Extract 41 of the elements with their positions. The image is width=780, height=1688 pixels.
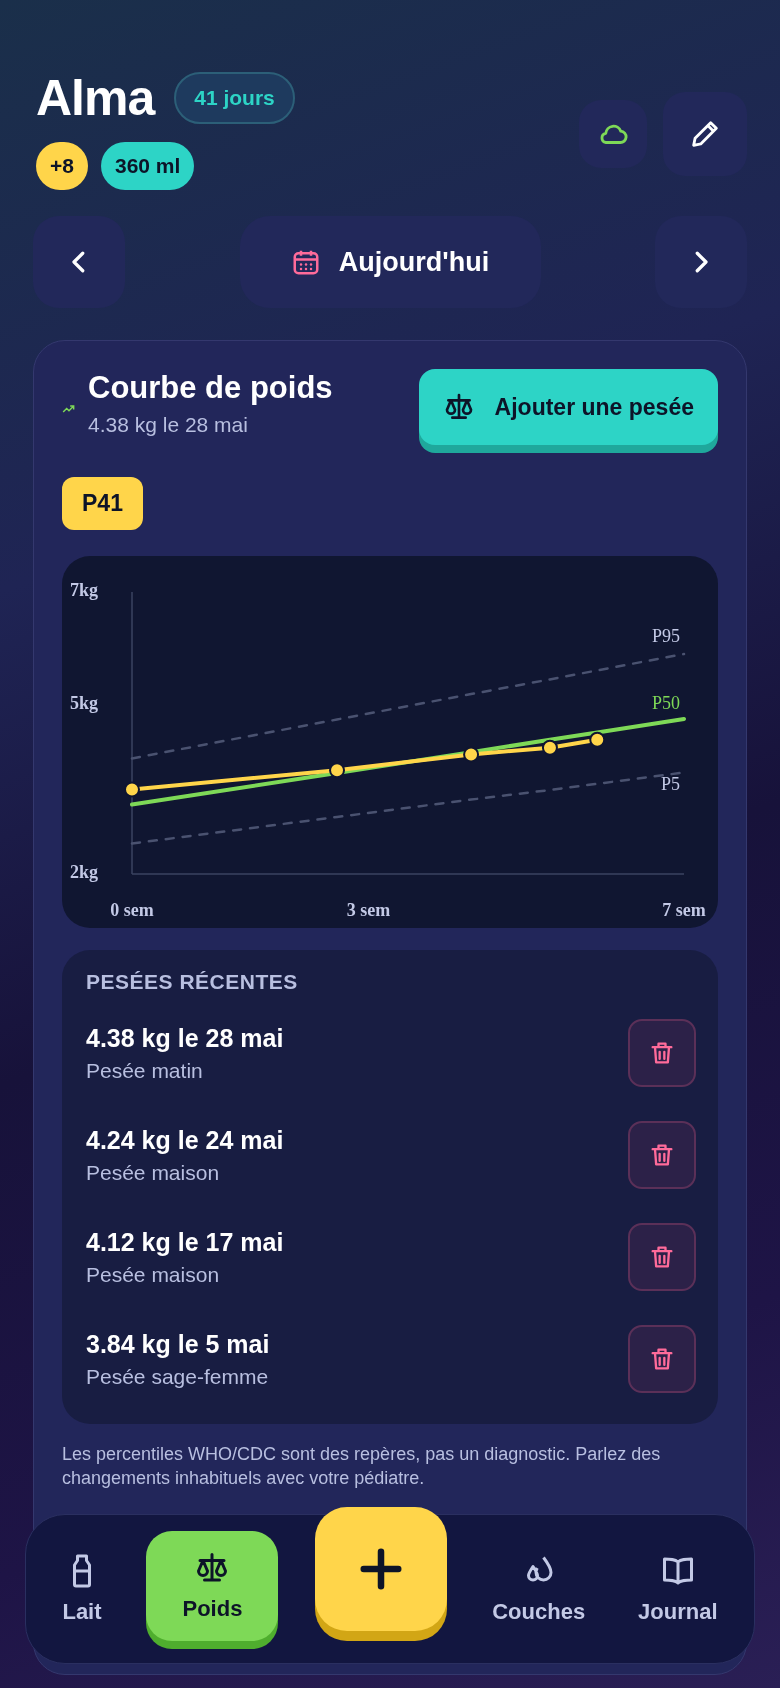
stat-chip: +8 bbox=[36, 142, 88, 190]
y-tick-label: 5kg bbox=[70, 692, 98, 713]
percentile-badge: P41 bbox=[62, 477, 143, 530]
point bbox=[541, 739, 558, 756]
weighing-value: 4.24 kg le 24 mai bbox=[86, 1125, 284, 1155]
x-tick-label: 3 sem bbox=[346, 900, 391, 920]
section-heading: PESÉES RÉCENTES bbox=[86, 970, 299, 994]
point bbox=[124, 781, 140, 798]
weighing-note: Pesée sage-femme bbox=[86, 1364, 270, 1389]
series-label: P95 bbox=[652, 626, 680, 647]
sync-button[interactable] bbox=[579, 100, 647, 168]
nav-tab[interactable]: Journal bbox=[630, 1541, 726, 1637]
baby-name: Alma bbox=[36, 70, 155, 126]
series-label: P50 bbox=[652, 692, 680, 713]
nav-tab[interactable]: Couches bbox=[484, 1541, 594, 1637]
stat-chip: 360 ml bbox=[100, 142, 195, 190]
point bbox=[329, 762, 346, 779]
delete-button[interactable] bbox=[628, 1223, 696, 1291]
point bbox=[463, 746, 480, 763]
card-subtitle: 4.38 kg le 28 mai bbox=[88, 413, 249, 437]
weighing-note: Pesée matin bbox=[86, 1058, 204, 1083]
delete-button[interactable] bbox=[628, 1019, 696, 1087]
point bbox=[589, 731, 606, 748]
weighing-note: Pesée maison bbox=[86, 1262, 221, 1287]
x-tick-label: 7 sem bbox=[662, 900, 706, 920]
y-tick-label: 2kg bbox=[70, 862, 98, 883]
weighing-value: 3.84 kg le 5 mai bbox=[86, 1329, 270, 1359]
age-badge: 41 jours bbox=[174, 72, 295, 124]
disclaimer-text: Les percentiles WHO/CDC sont des repères, pas un diagnostic. Parlez des changements inhabituels avec votre pédiatre. bbox=[62, 1443, 662, 1490]
y-tick-label: 7kg bbox=[70, 580, 98, 601]
delete-button[interactable] bbox=[628, 1325, 696, 1393]
delete-button[interactable] bbox=[628, 1121, 696, 1189]
date-button[interactable]: Aujourd'hui bbox=[239, 216, 541, 308]
weighing-value: 4.38 kg le 28 mai bbox=[86, 1023, 284, 1053]
weighing-note: Pesée maison bbox=[86, 1160, 221, 1185]
card-title: Courbe de poids bbox=[88, 369, 333, 407]
edit-button[interactable] bbox=[663, 92, 747, 176]
x-tick-label: 0 sem bbox=[110, 900, 154, 920]
series-label: P5 bbox=[661, 774, 680, 795]
weighing-value: 4.12 kg le 17 mai bbox=[86, 1227, 284, 1257]
nav-tab[interactable]: Lait bbox=[54, 1541, 110, 1637]
